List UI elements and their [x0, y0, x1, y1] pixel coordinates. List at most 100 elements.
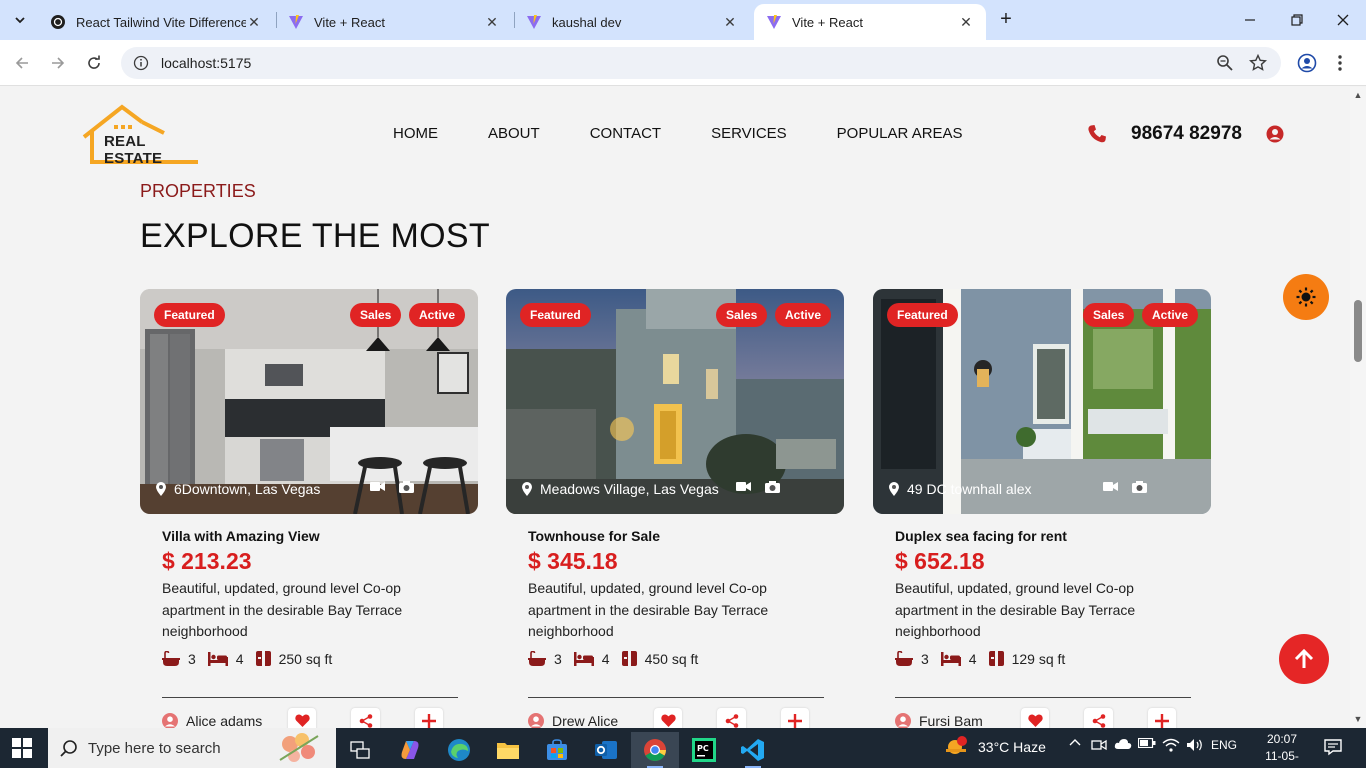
back-button[interactable] — [10, 51, 34, 75]
minimize-button[interactable] — [1238, 8, 1262, 32]
favorite-button[interactable] — [654, 707, 683, 728]
property-image[interactable]: Featured Sales Active Meadows Village, L… — [506, 289, 844, 514]
scrollbar-thumb[interactable] — [1354, 300, 1362, 362]
tab-close-icon[interactable]: ✕ — [958, 14, 974, 31]
address-bar[interactable]: localhost:5175 — [121, 47, 1281, 79]
tab-vite-react-active[interactable]: Vite + React ✕ — [754, 4, 986, 40]
sun-icon — [1296, 287, 1316, 307]
agent-name[interactable]: Fursi Bam — [919, 713, 983, 729]
search-placeholder: Type here to search — [88, 739, 221, 757]
video-icon[interactable] — [1103, 481, 1118, 493]
property-image[interactable]: Featured Sales Active 49 DC townhall ale… — [873, 289, 1211, 514]
close-window-button[interactable] — [1331, 8, 1355, 32]
chevron-up-icon — [1069, 739, 1081, 746]
browser-menu-button[interactable] — [1328, 51, 1352, 75]
nav-contact[interactable]: CONTACT — [590, 125, 661, 142]
phone-icon[interactable] — [1087, 124, 1107, 144]
heart-icon — [295, 714, 310, 727]
taskbar-pycharm[interactable]: PC — [680, 732, 728, 768]
camera-icon[interactable] — [399, 481, 414, 493]
tab-search-button[interactable] — [6, 6, 34, 34]
site-info-icon[interactable] — [133, 55, 149, 71]
back-to-top-button[interactable] — [1279, 634, 1329, 684]
weather-widget[interactable]: 33°C Haze — [944, 736, 1046, 758]
card-divider — [528, 696, 824, 698]
agent-name[interactable]: Drew Alice — [552, 713, 618, 729]
notification-center-button[interactable] — [1324, 738, 1342, 761]
phone-number[interactable]: 98674 82978 — [1131, 123, 1242, 145]
share-button[interactable] — [1084, 707, 1113, 728]
profile-button[interactable] — [1295, 51, 1319, 75]
tray-onedrive[interactable] — [1114, 738, 1132, 750]
tray-battery[interactable] — [1138, 738, 1156, 748]
taskbar-search-box[interactable]: Type here to search — [48, 728, 336, 768]
user-account-icon[interactable] — [1266, 125, 1284, 143]
property-title[interactable]: Duplex sea facing for rent — [895, 528, 1211, 544]
tab-vite-react-1[interactable]: Vite + React ✕ — [276, 4, 512, 40]
property-title[interactable]: Villa with Amazing View — [162, 528, 478, 544]
taskbar-copilot[interactable] — [386, 732, 434, 768]
property-description: Beautiful, updated, ground level Co-op a… — [528, 580, 769, 639]
zoom-button[interactable] — [1215, 53, 1235, 73]
nav-services[interactable]: SERVICES — [711, 125, 787, 142]
page-scrollbar[interactable]: ▲ ▼ — [1350, 87, 1366, 728]
taskbar-file-explorer[interactable] — [484, 732, 532, 768]
tray-language[interactable]: ENG — [1210, 738, 1238, 752]
tray-volume[interactable] — [1186, 738, 1204, 752]
agent-name[interactable]: Alice adams — [186, 713, 262, 729]
favorite-button[interactable] — [288, 707, 317, 728]
tab-close-icon[interactable]: ✕ — [484, 14, 500, 31]
taskbar-clock[interactable]: 20:07 11-05-2025 — [1252, 731, 1312, 768]
nav-popular-areas[interactable]: POPULAR AREAS — [837, 125, 963, 142]
tray-meet-now[interactable] — [1090, 738, 1108, 752]
new-tab-button[interactable]: + — [994, 8, 1018, 32]
tab-kaushal-dev[interactable]: kaushal dev ✕ — [514, 4, 750, 40]
scroll-up-arrow-icon[interactable]: ▲ — [1353, 90, 1363, 100]
camera-icon[interactable] — [765, 481, 780, 493]
restore-button[interactable] — [1285, 8, 1309, 32]
share-button[interactable] — [351, 707, 380, 728]
url-text[interactable]: localhost:5175 — [161, 55, 251, 71]
taskbar-vscode[interactable] — [729, 732, 777, 768]
tab-close-icon[interactable]: ✕ — [246, 14, 262, 31]
add-button[interactable] — [414, 707, 444, 728]
property-title[interactable]: Townhouse for Sale — [528, 528, 844, 544]
windows-start-icon[interactable] — [12, 738, 32, 758]
reload-button[interactable] — [82, 51, 106, 75]
site-logo[interactable]: REAL ESTATE — [80, 103, 205, 167]
video-icon[interactable] — [370, 481, 385, 493]
property-card-body: Duplex sea facing for rent $ 652.18 Beau… — [873, 514, 1211, 728]
favorite-button[interactable] — [1021, 707, 1050, 728]
property-card[interactable]: Featured Sales Active 49 DC townhall ale… — [873, 289, 1211, 728]
theme-toggle-button[interactable] — [1283, 274, 1329, 320]
taskbar-task-view[interactable] — [336, 732, 384, 768]
taskbar-edge[interactable] — [435, 732, 483, 768]
nav-about[interactable]: ABOUT — [488, 125, 540, 142]
taskbar-outlook[interactable] — [582, 732, 630, 768]
camera-icon[interactable] — [1132, 481, 1147, 493]
property-image[interactable]: Featured Sales Active 6Downtown, Las Veg… — [140, 289, 478, 514]
share-button[interactable] — [717, 707, 746, 728]
tab-close-icon[interactable]: ✕ — [722, 14, 738, 31]
forward-button[interactable] — [46, 51, 70, 75]
taskbar-store[interactable] — [533, 732, 581, 768]
vite-icon — [289, 15, 303, 29]
tray-overflow-button[interactable] — [1066, 738, 1084, 746]
nav-home[interactable]: HOME — [393, 125, 438, 142]
property-price: $ 213.23 — [162, 548, 252, 574]
taskbar-chrome[interactable] — [631, 732, 679, 768]
scroll-down-arrow-icon[interactable]: ▼ — [1353, 714, 1363, 724]
tray-network[interactable] — [1162, 738, 1180, 752]
video-icon[interactable] — [736, 481, 751, 493]
add-button[interactable] — [780, 707, 810, 728]
property-card[interactable]: Featured Sales Active 6Downtown, Las Veg… — [140, 289, 478, 728]
section-title: EXPLORE THE MOST — [140, 217, 490, 255]
section-label: PROPERTIES — [140, 181, 256, 201]
profile-icon — [1297, 53, 1317, 73]
property-card[interactable]: Featured Sales Active Meadows Village, L… — [506, 289, 844, 728]
bookmark-button[interactable] — [1248, 53, 1268, 73]
tab-react-tailwind[interactable]: React Tailwind Vite Differences ✕ — [38, 4, 274, 40]
add-button[interactable] — [1147, 707, 1177, 728]
property-price: $ 345.18 — [528, 548, 618, 574]
active-badge: Active — [1142, 303, 1199, 327]
